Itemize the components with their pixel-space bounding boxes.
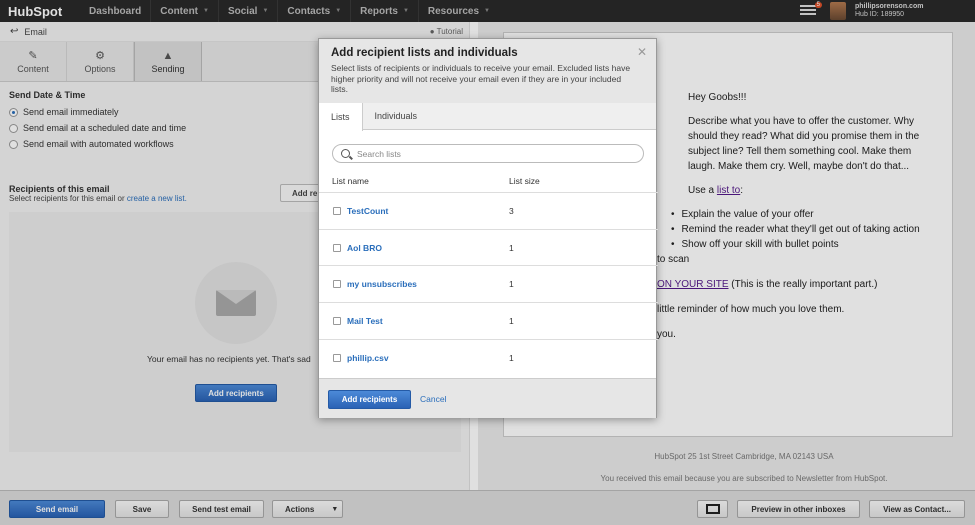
list-size: 1 [509, 352, 514, 363]
modal-add-recipients-button[interactable]: Add recipients [328, 390, 411, 409]
search-icon [341, 149, 350, 158]
search-input[interactable] [357, 148, 627, 159]
table-row[interactable]: Mail Test 1 [319, 302, 658, 339]
list-size: 3 [509, 205, 514, 216]
list-name[interactable]: my unsubscribes [347, 279, 417, 289]
list-name[interactable]: phillip.csv [347, 353, 389, 363]
list-size: 1 [509, 279, 514, 290]
column-header-name: List name [332, 176, 369, 186]
list-name[interactable]: Aol BRO [347, 243, 382, 253]
add-recipients-modal: Add recipient lists and individuals Sele… [318, 38, 658, 418]
search-box [332, 144, 644, 163]
close-icon[interactable]: ✕ [637, 45, 647, 59]
list-size: 1 [509, 315, 514, 326]
list-checkbox[interactable] [333, 243, 341, 252]
cancel-link[interactable]: Cancel [420, 394, 446, 404]
table-row[interactable]: Aol BRO 1 [319, 228, 658, 266]
list-checkbox[interactable] [333, 280, 341, 289]
lists-table: TestCount 3 Aol BRO 1 my unsubscribes 1 … [319, 192, 658, 375]
list-checkbox[interactable] [333, 206, 341, 215]
tab-individuals[interactable]: Individuals [363, 103, 430, 129]
modal-header: Add recipient lists and individuals Sele… [319, 39, 656, 103]
modal-description: Select lists of recipients or individual… [331, 63, 631, 94]
modal-title: Add recipient lists and individuals [331, 47, 518, 59]
list-checkbox[interactable] [333, 353, 341, 362]
list-name[interactable]: TestCount [347, 206, 388, 216]
modal-tabs: Lists Individuals [319, 103, 656, 131]
list-checkbox[interactable] [333, 316, 341, 325]
table-row[interactable]: TestCount 3 [319, 192, 658, 229]
column-header-size: List size [509, 176, 540, 186]
table-row[interactable]: my unsubscribes 1 [319, 265, 658, 302]
tab-lists[interactable]: Lists [319, 103, 363, 131]
table-row[interactable]: phillip.csv 1 [319, 338, 658, 376]
modal-footer: Add recipients Cancel [319, 378, 656, 418]
list-size: 1 [509, 242, 514, 253]
list-name[interactable]: Mail Test [347, 316, 383, 326]
